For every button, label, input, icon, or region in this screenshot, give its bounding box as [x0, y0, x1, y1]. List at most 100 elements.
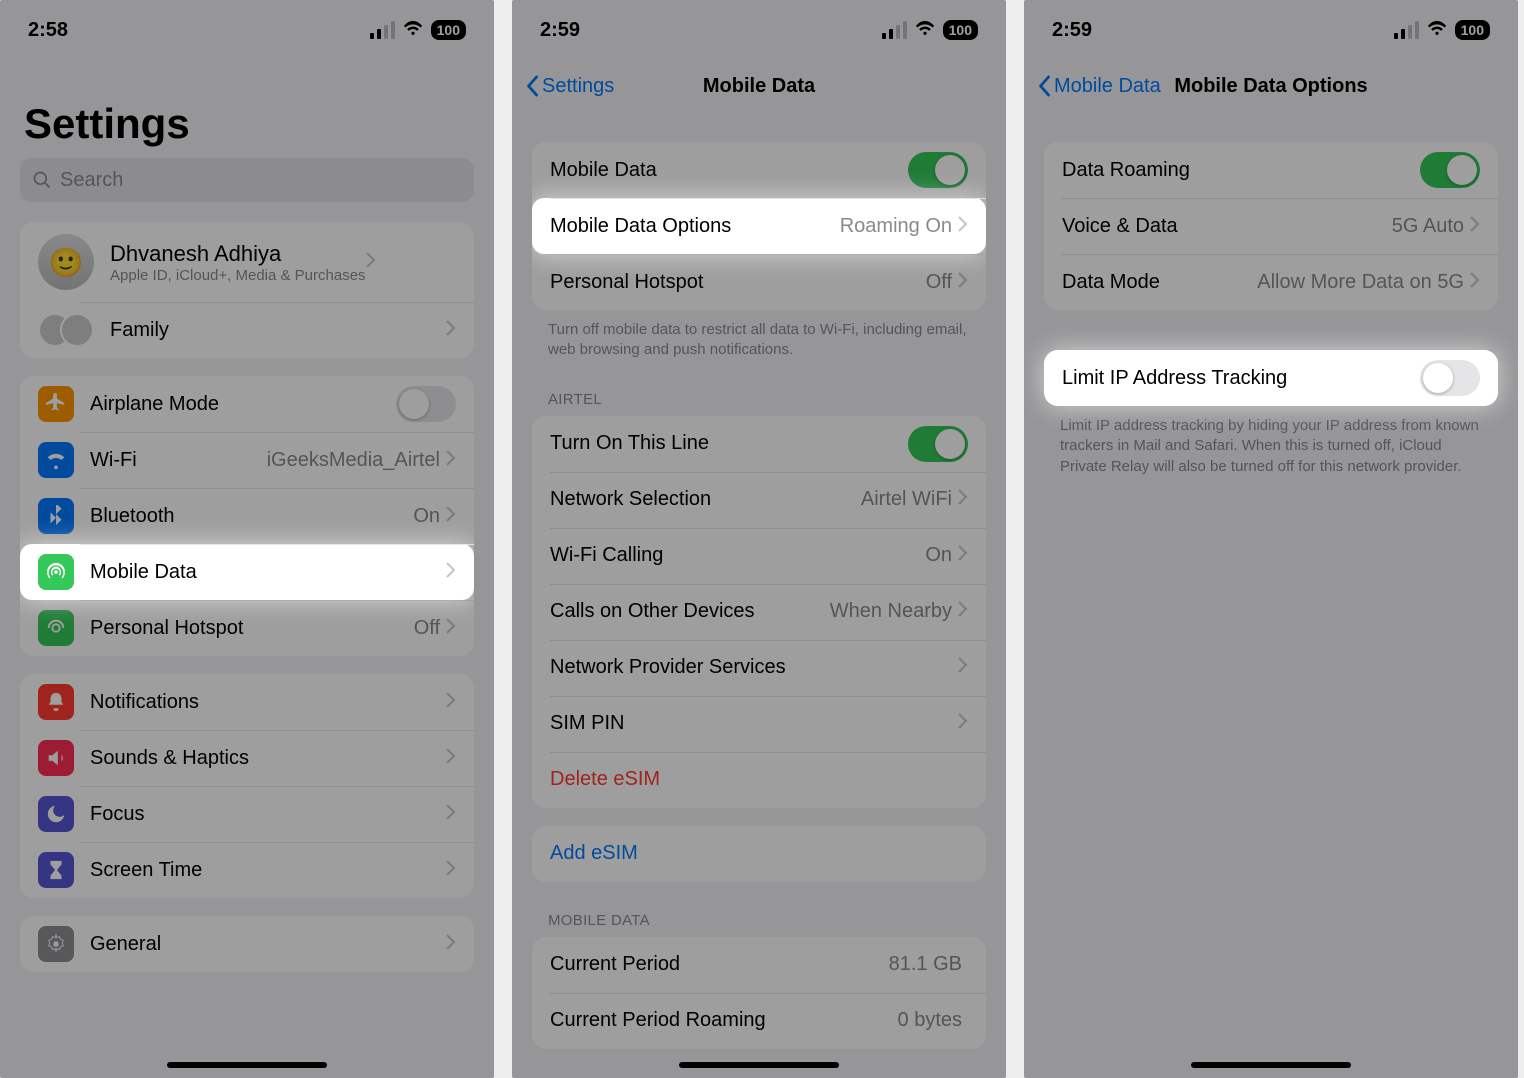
status-right: 100 [370, 20, 466, 40]
toggle-roaming[interactable] [1420, 152, 1480, 188]
row-sounds[interactable]: Sounds & Haptics [20, 730, 474, 786]
label: Wi-Fi [90, 449, 267, 472]
label: Calls on Other Devices [550, 600, 830, 623]
chevron-right-icon [958, 601, 968, 622]
label: Focus [90, 803, 446, 826]
label: Wi-Fi Calling [550, 544, 925, 567]
group-add-esim: Add eSIM [532, 826, 986, 882]
nav-title: Mobile Data [512, 75, 1006, 98]
row-network-selection[interactable]: Network Selection Airtel WiFi [532, 472, 986, 528]
home-indicator[interactable] [1191, 1062, 1351, 1068]
status-right: 100 [1394, 20, 1490, 40]
row-personal-hotspot[interactable]: Personal Hotspot Off [532, 254, 986, 310]
row-bluetooth[interactable]: Bluetooth On [20, 488, 474, 544]
label: Network Selection [550, 488, 861, 511]
chevron-right-icon [1470, 272, 1480, 293]
row-sim-pin[interactable]: SIM PIN [532, 696, 986, 752]
label: Delete eSIM [550, 768, 968, 791]
wifi-icon [38, 442, 74, 478]
row-mobile-data-toggle[interactable]: Mobile Data [532, 142, 986, 198]
nav-title: Mobile Data Options [1024, 75, 1518, 98]
value: Allow More Data on 5G [1257, 271, 1464, 294]
label: Personal Hotspot [90, 617, 414, 640]
row-personal-hotspot[interactable]: Personal Hotspot Off [20, 600, 474, 656]
screen-mobile-data-options: 2:59 100 Mobile Data Mobile Data Options… [1024, 0, 1518, 1078]
group-usage: Current Period 81.1 GB Current Period Ro… [532, 937, 986, 1049]
footer-text: Turn off mobile data to restrict all dat… [512, 310, 1006, 361]
label: Mobile Data [90, 561, 446, 584]
row-data-roaming[interactable]: Data Roaming [1044, 142, 1498, 198]
value: iGeeksMedia_Airtel [267, 449, 440, 472]
nav-bar: Mobile Data Mobile Data Options [1024, 60, 1518, 112]
toggle-mobile-data[interactable] [908, 152, 968, 188]
label: Screen Time [90, 859, 446, 882]
screen-mobile-data: 2:59 100 Settings Mobile Data Mobile Dat… [512, 0, 1006, 1078]
toggle-limit-ip[interactable] [1420, 360, 1480, 396]
home-indicator[interactable] [167, 1062, 327, 1068]
label: Data Roaming [1062, 159, 1420, 182]
label: Notifications [90, 691, 446, 714]
row-mobile-data[interactable]: Mobile Data [20, 544, 474, 600]
toggle-line[interactable] [908, 426, 968, 462]
chevron-right-icon [446, 860, 456, 881]
chevron-right-icon [958, 713, 968, 734]
row-limit-ip-tracking[interactable]: Limit IP Address Tracking [1044, 350, 1498, 406]
row-mobile-data-options[interactable]: Mobile Data Options Roaming On [532, 198, 986, 254]
row-wifi-calling[interactable]: Wi-Fi Calling On [532, 528, 986, 584]
group-connectivity: Airplane Mode Wi-Fi iGeeksMedia_Airtel B… [20, 376, 474, 656]
chevron-right-icon [446, 618, 456, 639]
label: Voice & Data [1062, 215, 1392, 238]
page-title: Settings [0, 60, 494, 158]
chevron-right-icon [446, 450, 456, 471]
chevron-right-icon [446, 692, 456, 713]
value: Off [926, 271, 952, 294]
row-provider-services[interactable]: Network Provider Services [532, 640, 986, 696]
user-sub: Apple ID, iCloud+, Media & Purchases [110, 267, 366, 284]
battery-icon: 100 [1455, 20, 1490, 40]
row-calls-other-devices[interactable]: Calls on Other Devices When Nearby [532, 584, 986, 640]
row-delete-esim[interactable]: Delete eSIM [532, 752, 986, 808]
chevron-right-icon [1470, 216, 1480, 237]
row-notifications[interactable]: Notifications [20, 674, 474, 730]
row-family[interactable]: Family [20, 302, 474, 358]
gear-icon [38, 926, 74, 962]
label: Mobile Data [550, 159, 908, 182]
label: Limit IP Address Tracking [1062, 367, 1420, 390]
toggle-airplane[interactable] [396, 386, 456, 422]
row-wifi[interactable]: Wi-Fi iGeeksMedia_Airtel [20, 432, 474, 488]
row-current-period[interactable]: Current Period 81.1 GB [532, 937, 986, 993]
home-indicator[interactable] [679, 1062, 839, 1068]
group-general: General [20, 916, 474, 972]
nav-bar: Settings Mobile Data [512, 60, 1006, 112]
group-account: 🙂 Dhvanesh Adhiya Apple ID, iCloud+, Med… [20, 222, 474, 358]
value: Airtel WiFi [861, 488, 952, 511]
row-screen-time[interactable]: Screen Time [20, 842, 474, 898]
avatar: 🙂 [38, 234, 94, 290]
row-data-mode[interactable]: Data Mode Allow More Data on 5G [1044, 254, 1498, 310]
search-input[interactable]: Search [20, 158, 474, 202]
row-voice-data[interactable]: Voice & Data 5G Auto [1044, 198, 1498, 254]
bell-icon [38, 684, 74, 720]
row-add-esim[interactable]: Add eSIM [532, 826, 986, 882]
group-header-mobile-data: MOBILE DATA [512, 882, 1006, 937]
value: Off [414, 617, 440, 640]
moon-icon [38, 796, 74, 832]
wifi-icon [915, 20, 935, 40]
signal-icon [370, 21, 395, 39]
label: Current Period [550, 953, 889, 976]
group-main: Mobile Data Mobile Data Options Roaming … [532, 142, 986, 310]
airplane-icon [38, 386, 74, 422]
row-apple-id[interactable]: 🙂 Dhvanesh Adhiya Apple ID, iCloud+, Med… [20, 222, 474, 302]
row-current-period-roaming[interactable]: Current Period Roaming 0 bytes [532, 993, 986, 1049]
row-general[interactable]: General [20, 916, 474, 972]
label: Data Mode [1062, 271, 1257, 294]
row-airplane-mode[interactable]: Airplane Mode [20, 376, 474, 432]
label: Family [110, 319, 446, 342]
row-focus[interactable]: Focus [20, 786, 474, 842]
value: When Nearby [830, 600, 952, 623]
label: Mobile Data Options [550, 215, 840, 238]
row-turn-on-line[interactable]: Turn On This Line [532, 416, 986, 472]
speaker-icon [38, 740, 74, 776]
chevron-right-icon [446, 320, 456, 341]
chevron-right-icon [446, 748, 456, 769]
